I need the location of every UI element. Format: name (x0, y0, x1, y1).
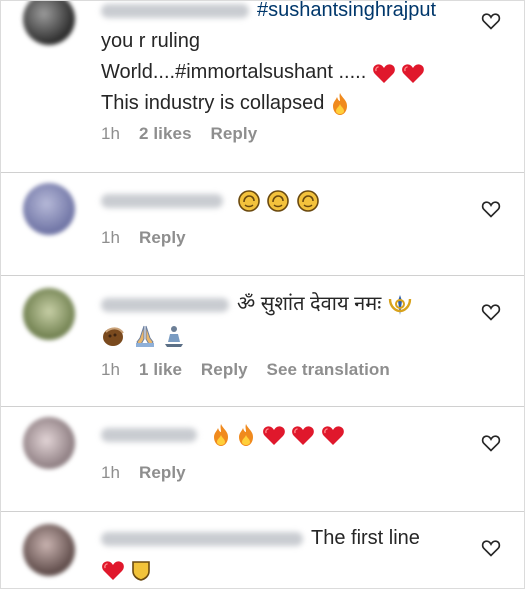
avatar[interactable] (23, 183, 75, 235)
heart-outline-icon[interactable] (481, 11, 501, 31)
folded-hands-emoji (133, 324, 157, 348)
comment-line: This industry is collapsed (101, 92, 325, 114)
clapping-hands-emoji (237, 189, 261, 213)
heart-outline-icon[interactable] (481, 302, 501, 322)
comment-line: The first line (311, 527, 420, 549)
comment-meta: 1h 2 likes Reply (101, 124, 271, 144)
shield-emoji (131, 559, 151, 581)
comment-line: World....#immortalsushant ..... (101, 61, 367, 83)
coconut-emoji (101, 324, 127, 348)
red-heart-emoji (262, 424, 286, 446)
comment-time: 1h (101, 228, 121, 247)
likes-count[interactable]: 1 like (139, 360, 182, 379)
username-blurred[interactable] (101, 531, 303, 546)
comment-text: #sushantsinghrajput you r ruling World..… (101, 1, 461, 119)
clapping-hands-emoji (296, 189, 320, 213)
reply-button[interactable]: Reply (201, 360, 248, 379)
red-heart-emoji (372, 62, 396, 84)
heart-outline-icon[interactable] (481, 538, 501, 558)
comment-text: ॐ सुशांत देवाय नमः (101, 289, 461, 351)
comment-meta: 1h 1 like Reply See translation (101, 360, 404, 380)
avatar[interactable] (23, 1, 75, 45)
comment-text (101, 185, 461, 216)
comment-meta: 1h Reply (101, 463, 200, 483)
comments-panel: #sushantsinghrajput you r ruling World..… (0, 0, 525, 589)
comment-time: 1h (101, 360, 121, 379)
comment-text: The first line (101, 523, 461, 585)
avatar[interactable] (23, 524, 75, 576)
divider (1, 511, 524, 512)
clapping-hands-emoji (266, 189, 290, 213)
comment-time: 1h (101, 463, 121, 482)
reply-button[interactable]: Reply (139, 463, 186, 482)
red-heart-emoji (291, 424, 315, 446)
divider (1, 172, 524, 173)
khanda-emoji (387, 293, 413, 317)
heart-outline-icon[interactable] (481, 433, 501, 453)
fire-emoji (211, 423, 231, 447)
username-blurred[interactable] (101, 297, 229, 312)
comment-meta: 1h Reply (101, 228, 200, 248)
username-blurred[interactable] (101, 3, 249, 18)
heart-outline-icon[interactable] (481, 199, 501, 219)
reply-button[interactable]: Reply (139, 228, 186, 247)
comment-time: 1h (101, 124, 121, 143)
divider (1, 275, 524, 276)
avatar[interactable] (23, 288, 75, 340)
likes-count[interactable]: 2 likes (139, 124, 192, 143)
see-translation-button[interactable]: See translation (267, 360, 390, 379)
comment-line: you r ruling (101, 30, 200, 52)
avatar[interactable] (23, 417, 75, 469)
comment-line: ॐ सुशांत देवाय नमः (237, 293, 382, 315)
username-blurred[interactable] (101, 193, 223, 208)
divider (1, 406, 524, 407)
red-heart-emoji (321, 424, 345, 446)
red-heart-emoji (101, 559, 125, 581)
fire-emoji (236, 423, 256, 447)
fire-emoji (330, 92, 350, 116)
meditating-person-emoji (162, 324, 186, 348)
reply-button[interactable]: Reply (210, 124, 257, 143)
red-heart-emoji (401, 62, 425, 84)
comment-text (101, 419, 461, 450)
hashtag-link[interactable]: #sushantsinghrajput (257, 1, 436, 21)
username-blurred[interactable] (101, 427, 197, 442)
